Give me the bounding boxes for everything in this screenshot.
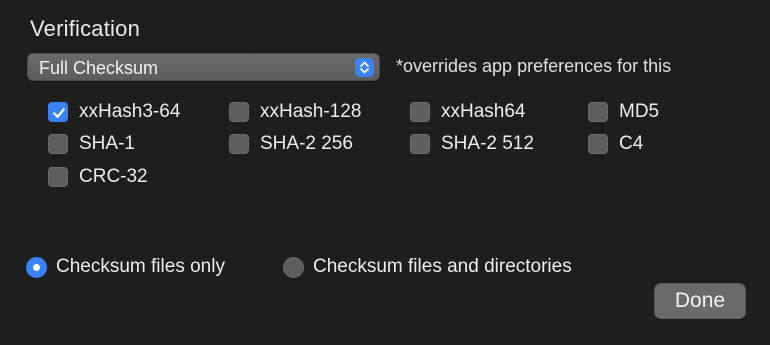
checkbox-crc-32[interactable]: CRC-32	[48, 165, 148, 189]
checkbox-box	[48, 134, 68, 154]
checkbox-label: C4	[619, 133, 644, 154]
checkbox-box	[588, 102, 608, 122]
verification-mode-value: Full Checksum	[39, 58, 159, 78]
checkbox-md5[interactable]: MD5	[588, 100, 659, 124]
checkbox-label: xxHash3-64	[79, 101, 181, 122]
checkbox-label: SHA-1	[79, 133, 135, 154]
section-title: Verification	[30, 16, 141, 41]
radio-checksum-files-and-directories[interactable]: Checksum files and directories	[283, 255, 572, 279]
checkbox-label: MD5	[619, 101, 660, 122]
checkbox-box	[48, 167, 68, 187]
checkbox-box	[410, 134, 430, 154]
radio-label: Checksum files and directories	[313, 256, 572, 277]
radio-label: Checksum files only	[56, 256, 225, 277]
checkbox-xxhash64[interactable]: xxHash64	[410, 100, 526, 124]
checkbox-label: CRC-32	[79, 166, 148, 187]
radio-dot	[26, 256, 47, 278]
checkbox-sha-2-256[interactable]: SHA-2 256	[229, 132, 353, 156]
checkbox-label: xxHash64	[441, 101, 526, 122]
checkbox-box	[48, 102, 68, 122]
checkbox-sha-2-512[interactable]: SHA-2 512	[410, 132, 534, 156]
checkbox-c4[interactable]: C4	[588, 132, 643, 156]
radio-checksum-files-only[interactable]: Checksum files only	[26, 255, 225, 279]
checkbox-label: xxHash-128	[260, 101, 362, 122]
checkbox-xxhash3-64[interactable]: xxHash3-64	[48, 100, 180, 124]
radio-dot	[283, 256, 304, 278]
checkbox-box	[229, 134, 249, 154]
checkbox-xxhash-128[interactable]: xxHash-128	[229, 100, 361, 124]
chevron-up-down-icon	[355, 58, 374, 77]
checkbox-box	[588, 134, 608, 154]
checkbox-box	[229, 102, 249, 122]
done-button[interactable]: Done	[654, 283, 746, 319]
checkbox-label: SHA-2 512	[441, 133, 534, 154]
checkmark-icon	[53, 108, 65, 118]
verification-panel: Verification Full Checksum *overrides ap…	[0, 0, 770, 345]
verification-mode-popup[interactable]: Full Checksum	[27, 53, 380, 81]
override-hint: *overrides app preferences for this	[396, 56, 672, 76]
checkbox-sha-1[interactable]: SHA-1	[48, 132, 135, 156]
checkbox-box	[410, 102, 430, 122]
checkbox-label: SHA-2 256	[260, 133, 353, 154]
